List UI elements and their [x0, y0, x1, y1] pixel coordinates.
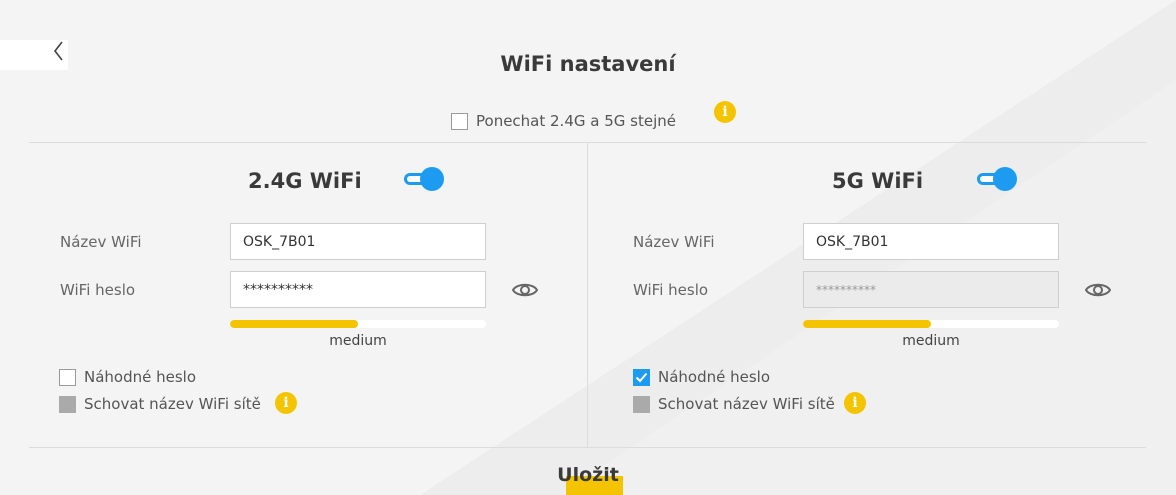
wifi5-hide-ssid-label: Schovat název WiFi sítě — [658, 395, 835, 413]
wifi24-strength-label: medium — [329, 333, 387, 349]
wifi5-strength-fill — [803, 320, 931, 328]
wifi5-title: 5G WiFi — [832, 169, 924, 193]
wifi5-password-label: WiFi heslo — [633, 281, 709, 299]
wifi5-hide-ssid-checkbox — [633, 395, 650, 413]
wifi24-hide-ssid-row: Schovat název WiFi sítě — [59, 393, 261, 415]
wifi24-strength-bar — [230, 320, 486, 328]
wifi5-name-input[interactable] — [803, 223, 1059, 260]
wifi24-password-label: WiFi heslo — [60, 281, 136, 299]
eye-icon[interactable] — [512, 281, 538, 299]
wifi5-random-password-label: Náhodné heslo — [658, 368, 771, 386]
wifi24-name-label: Název WiFi — [60, 233, 142, 251]
wifi5-strength-bar — [803, 320, 1059, 328]
wifi24-hide-ssid-label: Schovat název WiFi sítě — [84, 395, 261, 413]
keep-same-row[interactable]: Ponechat 2.4G a 5G stejné — [451, 111, 676, 131]
wifi24-toggle[interactable] — [404, 167, 444, 191]
wifi5-password-input — [803, 271, 1059, 308]
wifi5-random-password-row[interactable]: Náhodné heslo — [633, 366, 770, 388]
info-icon[interactable]: i — [714, 101, 736, 123]
wifi24-password-input[interactable] — [230, 271, 486, 308]
wifi24-hide-ssid-checkbox — [59, 395, 76, 413]
keep-same-checkbox[interactable] — [451, 112, 468, 130]
wifi24-strength-fill — [230, 320, 358, 328]
info-icon[interactable]: i — [844, 392, 866, 414]
wifi24-title: 2.4G WiFi — [248, 169, 362, 193]
wifi5-strength-label: medium — [902, 333, 960, 349]
wifi5-toggle[interactable] — [977, 167, 1017, 191]
divider-bottom — [29, 447, 1146, 448]
wifi24-random-password-row[interactable]: Náhodné heslo — [59, 366, 196, 388]
wifi24-random-password-checkbox[interactable] — [59, 368, 76, 386]
wifi5-random-password-checkbox[interactable] — [633, 368, 650, 386]
info-icon[interactable]: i — [275, 392, 297, 414]
wifi24-name-input[interactable] — [230, 223, 486, 260]
save-button[interactable]: Uložit — [0, 464, 1176, 486]
divider-middle — [587, 142, 588, 447]
wifi5-name-label: Název WiFi — [633, 233, 715, 251]
wifi24-random-password-label: Náhodné heslo — [84, 368, 197, 386]
page-title: WiFi nastavení — [500, 52, 676, 76]
eye-icon[interactable] — [1085, 281, 1111, 299]
keep-same-label: Ponechat 2.4G a 5G stejné — [476, 112, 676, 130]
wifi5-hide-ssid-row: Schovat název WiFi sítě — [633, 393, 835, 415]
checkmark-icon — [635, 372, 648, 382]
